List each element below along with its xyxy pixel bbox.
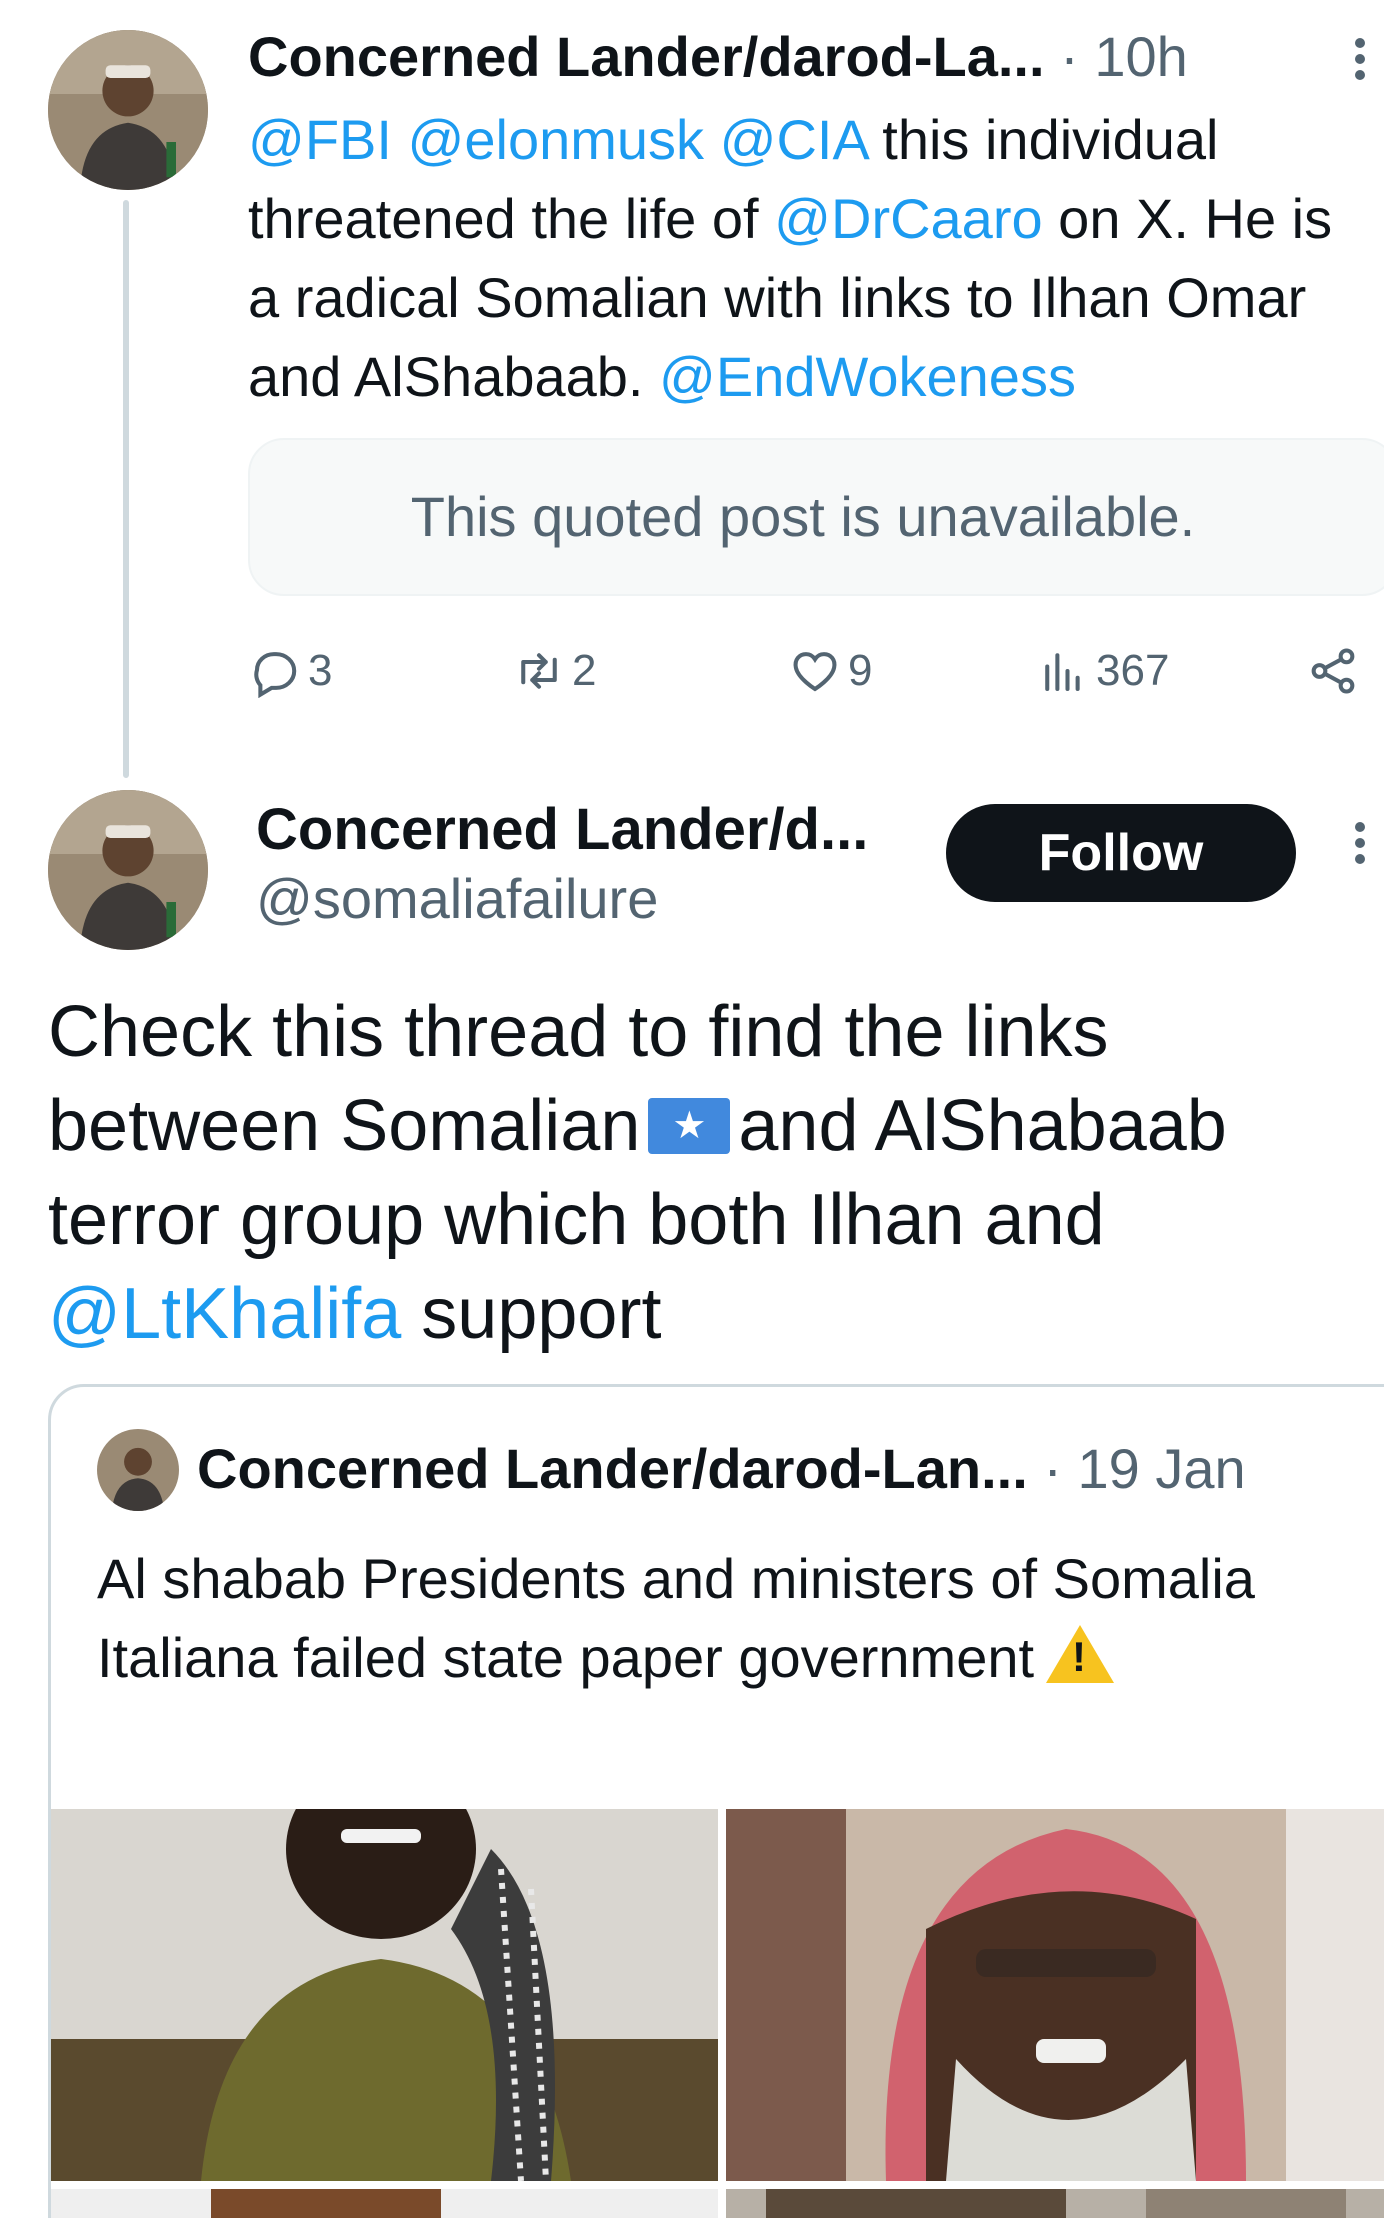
reply-button[interactable]: 3 bbox=[248, 636, 332, 706]
mention-link[interactable]: @CIA bbox=[720, 108, 867, 171]
photo-man-beard-scarf bbox=[51, 1809, 718, 2181]
avatar-photo bbox=[97, 1429, 179, 1511]
photo-partial bbox=[726, 2189, 1384, 2218]
main-tweet-text: Check this thread to find the links betw… bbox=[48, 985, 1348, 1361]
photo-man-red-headscarf bbox=[726, 1809, 1384, 2181]
warning-emoji-icon bbox=[1046, 1625, 1115, 1683]
quoted-author-name: Concerned Lander/darod-Lan... bbox=[197, 1437, 1028, 1500]
mention-link[interactable]: @DrCaaro bbox=[774, 187, 1042, 250]
like-button[interactable]: 9 bbox=[788, 636, 872, 706]
first-tweet-header: Concerned Lander/darod-La... · 10h bbox=[248, 22, 1328, 92]
thread-connector-line bbox=[123, 200, 129, 778]
somalia-flag-icon bbox=[648, 1098, 731, 1154]
media-photo-4[interactable] bbox=[726, 2189, 1384, 2218]
first-tweet-text: @FBI @elonmusk @CIA this individual thre… bbox=[248, 100, 1368, 416]
mention-link[interactable]: @LtKhalifa bbox=[48, 1274, 401, 1354]
media-photo-3[interactable] bbox=[51, 2189, 718, 2218]
main-author-handle[interactable]: @somaliafailure bbox=[256, 864, 906, 934]
bar-chart-icon bbox=[1045, 653, 1080, 692]
body-text: support bbox=[401, 1274, 662, 1354]
author-avatar[interactable] bbox=[48, 30, 208, 190]
media-photo-1[interactable] bbox=[51, 1809, 718, 2181]
avatar-photo bbox=[48, 790, 208, 950]
repost-button[interactable]: 2 bbox=[512, 636, 596, 706]
body-text bbox=[704, 108, 720, 171]
more-options-icon[interactable] bbox=[1340, 816, 1380, 886]
heart-icon bbox=[793, 652, 837, 692]
main-author-name[interactable]: Concerned Lander/d... bbox=[256, 792, 906, 868]
mention-link[interactable]: @FBI bbox=[248, 108, 392, 171]
body-text bbox=[392, 108, 408, 171]
main-author-avatar[interactable] bbox=[48, 790, 208, 950]
repost-count: 2 bbox=[572, 646, 597, 695]
tweet-timestamp[interactable]: · 10h bbox=[1060, 25, 1188, 88]
quoted-tweet-text: Al shabab Presidents and ministers of So… bbox=[97, 1539, 1317, 1697]
quoted-tweet-card[interactable]: Concerned Lander/darod-Lan... · 19 Jan A… bbox=[48, 1384, 1384, 2218]
follow-button[interactable]: Follow bbox=[946, 804, 1296, 902]
quoted-post-unavailable: This quoted post is unavailable. bbox=[248, 438, 1384, 596]
author-name[interactable]: Concerned Lander/darod-La... bbox=[248, 25, 1045, 88]
tweet-action-bar: 3 2 9 367 bbox=[248, 636, 1368, 706]
media-grid bbox=[51, 1809, 1384, 2218]
speech-bubble-icon bbox=[254, 652, 297, 698]
media-photo-2[interactable] bbox=[726, 1809, 1384, 2181]
share-button[interactable] bbox=[1306, 636, 1366, 706]
avatar-photo bbox=[48, 30, 208, 190]
mention-link[interactable]: @EndWokeness bbox=[659, 345, 1076, 408]
repost-arrows-icon bbox=[521, 653, 557, 689]
reply-count: 3 bbox=[308, 646, 333, 695]
photo-partial bbox=[51, 2189, 718, 2218]
views-button[interactable]: 367 bbox=[1036, 636, 1169, 706]
share-nodes-icon bbox=[1311, 648, 1355, 694]
quoted-author-avatar bbox=[97, 1429, 179, 1511]
mention-link[interactable]: @elonmusk bbox=[408, 108, 705, 171]
quoted-timestamp: · 19 Jan bbox=[1043, 1437, 1246, 1500]
quoted-tweet-header: Concerned Lander/darod-Lan... · 19 Jan bbox=[197, 1431, 1384, 1507]
view-count: 367 bbox=[1096, 646, 1170, 695]
more-options-icon[interactable] bbox=[1340, 32, 1380, 102]
like-count: 9 bbox=[848, 646, 873, 695]
